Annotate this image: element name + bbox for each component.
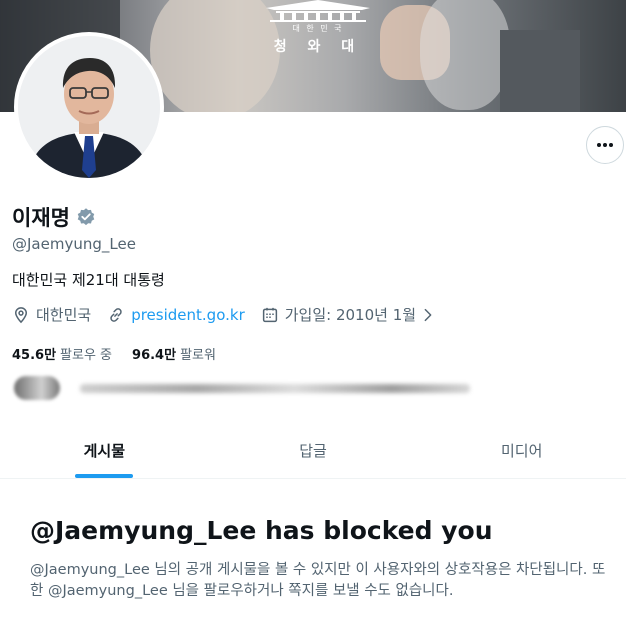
emblem-big-text: 청 와 대: [273, 39, 363, 55]
banner-photo-face: [150, 0, 280, 112]
profile-meta: 대한민국 president.go.kr 가입일: 2010년 1월: [12, 304, 452, 325]
following-count: 45.6만: [12, 348, 57, 363]
avatar-portrait: [18, 36, 160, 178]
profile-tabs: 게시물 답글 미디어: [0, 422, 626, 479]
profile-name-row: 이재명: [12, 202, 96, 232]
joined-text: 가입일: 2010년 1월: [284, 306, 417, 324]
blue-house-roof-icon: [266, 0, 370, 22]
tab-media[interactable]: 미디어: [417, 422, 626, 478]
emblem-small-text: 대 한 민 국: [292, 24, 344, 33]
followed-by-row-redacted: [14, 376, 474, 400]
profile-website[interactable]: president.go.kr: [107, 306, 245, 324]
profile-name: 이재명: [12, 206, 70, 230]
blue-house-emblem: 대 한 민 국 청 와 대: [262, 0, 374, 60]
location-text: 대한민국: [36, 306, 92, 324]
followed-by-avatars-blurred: [14, 376, 60, 400]
avatar[interactable]: [14, 32, 164, 182]
following-link[interactable]: 45.6만 팔로우 중: [12, 344, 112, 363]
followers-link[interactable]: 96.4만 팔로워: [132, 344, 216, 363]
calendar-icon: [262, 307, 277, 322]
follow-stats: 45.6만 팔로우 중 96.4만 팔로워: [12, 344, 236, 363]
profile-joined[interactable]: 가입일: 2010년 1월: [261, 304, 436, 325]
banner-photo-right: [500, 30, 580, 112]
chevron-right-icon: [424, 308, 432, 321]
tab-posts[interactable]: 게시물: [0, 422, 209, 478]
more-horizontal-icon: [597, 143, 613, 147]
followed-by-text-blurred: [80, 384, 470, 393]
tab-media-label: 미디어: [500, 441, 543, 460]
tab-replies[interactable]: 답글: [209, 422, 418, 478]
link-icon: [110, 307, 122, 322]
followers-label: 팔로워: [180, 348, 216, 363]
tab-posts-label: 게시물: [83, 441, 126, 460]
website-link[interactable]: president.go.kr: [131, 306, 245, 324]
active-tab-indicator: [75, 474, 134, 478]
tab-replies-label: 답글: [299, 441, 327, 460]
following-label: 팔로우 중: [60, 348, 113, 363]
banner-photo-light: [420, 0, 510, 110]
profile-location: 대한민국: [12, 304, 91, 325]
blocked-message: @Jaemyung_Lee 님의 공개 게시물을 볼 수 있지만 이 사용자와의…: [30, 562, 606, 599]
location-pin-icon: [14, 306, 28, 323]
profile-handle: @Jaemyung_Lee: [12, 235, 136, 253]
profile-bio: 대한민국 제21대 대통령: [12, 271, 165, 289]
blocked-title: @Jaemyung_Lee has blocked you: [30, 516, 493, 545]
verified-badge-icon[interactable]: [76, 207, 96, 227]
more-options-button[interactable]: [586, 126, 624, 164]
followers-count: 96.4만: [132, 348, 177, 363]
